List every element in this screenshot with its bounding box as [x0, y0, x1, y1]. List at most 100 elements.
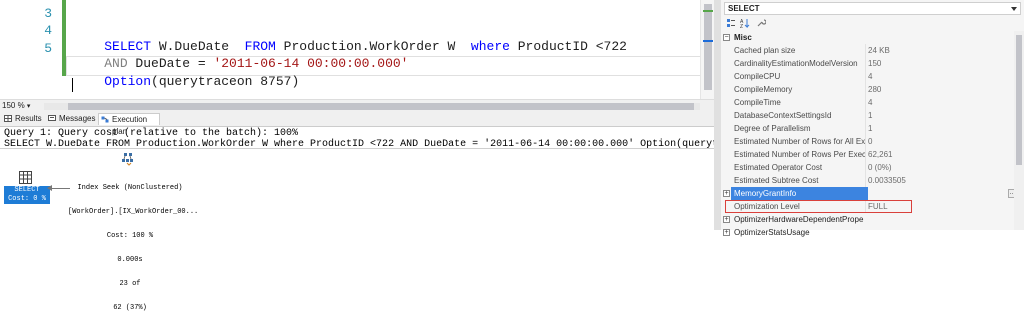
grid-icon: [4, 115, 12, 122]
property-value: 4: [868, 98, 873, 107]
operator-name: Index Seek (NonClustered): [77, 184, 183, 192]
select-node[interactable]: SELECT Cost: 0 %: [4, 186, 50, 204]
property-name: Estimated Subtree Cost: [734, 176, 819, 185]
line-number: 3: [44, 6, 52, 21]
keyword-where: where: [470, 39, 510, 54]
editor-status-bar: 150 % ▾: [0, 99, 714, 113]
operator-cost: Cost: 100 %: [106, 232, 154, 240]
pane-splitter[interactable]: [714, 0, 721, 230]
property-row-hardware[interactable]: + OptimizerHardwareDependentPrope: [721, 213, 1024, 226]
properties-toolbar: AZ: [724, 17, 1021, 30]
property-value: 62,261: [868, 150, 893, 159]
index-seek-node[interactable]: Index Seek (NonClustered) [WorkOrder].[I…: [68, 168, 199, 320]
property-row[interactable]: DatabaseContextSettingsId 1: [721, 109, 1024, 122]
select-cost: Cost: 0 %: [8, 195, 46, 203]
property-row[interactable]: CardinalityEstimationModelVersion 150: [721, 57, 1024, 70]
property-row[interactable]: Estimated Number of Rows Per Execu 62,261: [721, 148, 1024, 161]
property-row[interactable]: CompileCPU 4: [721, 70, 1024, 83]
tab-label: Messages: [59, 114, 96, 123]
column-divider: [865, 83, 866, 96]
chevron-down-icon: ▾: [26, 103, 31, 110]
message-icon: [48, 115, 56, 121]
property-row[interactable]: Estimated Number of Rows for All Exe 0: [721, 135, 1024, 148]
operator-rows: 23 of: [119, 280, 141, 288]
svg-text:Z: Z: [740, 24, 743, 28]
connector-arrow-icon: [47, 185, 52, 191]
property-row-optimization-level[interactable]: Optimization Level FULL: [721, 200, 1024, 213]
property-row[interactable]: Cached plan size 24 KB: [721, 44, 1024, 57]
properties-scrollbar[interactable]: [1014, 31, 1024, 230]
property-row[interactable]: CompileTime 4: [721, 96, 1024, 109]
query-cost-header: Query 1: Query cost (relative to the bat…: [4, 128, 299, 139]
operator-estimate: 62 (37%): [113, 304, 147, 312]
select-node-icon[interactable]: [19, 171, 32, 184]
property-name: Degree of Parallelism: [734, 124, 811, 133]
property-row[interactable]: Estimated Subtree Cost 0.0033505: [721, 174, 1024, 187]
tab-messages[interactable]: Messages: [46, 113, 96, 125]
wrench-icon[interactable]: [756, 18, 766, 28]
query-editor[interactable]: 3 4 5 SELECT W.DueDate FROM Production.W…: [0, 0, 715, 99]
property-value: 24 KB: [868, 46, 890, 55]
operator-time: 0.000s: [117, 256, 143, 264]
scrollbar-thumb[interactable]: [68, 103, 694, 110]
property-value: 280: [868, 85, 882, 94]
chevron-down-icon: [1011, 7, 1017, 11]
category-label: Misc: [734, 33, 752, 42]
scrollbar-thumb[interactable]: [1016, 35, 1022, 165]
property-row[interactable]: CompileMemory 280: [721, 83, 1024, 96]
category-row-misc[interactable]: − Misc: [721, 31, 1024, 44]
tab-label: Results: [15, 114, 42, 123]
column-divider: [865, 109, 866, 122]
property-name: OptimizerHardwareDependentPrope: [734, 215, 864, 224]
column-divider: [865, 161, 866, 174]
categorized-icon[interactable]: [726, 18, 736, 28]
property-row-stats-usage[interactable]: + OptimizerStatsUsage: [721, 226, 1024, 239]
property-value: 0: [868, 137, 873, 146]
property-value: 150: [868, 59, 882, 68]
column-divider: [865, 174, 866, 187]
property-row[interactable]: Estimated Operator Cost 0 (0%): [721, 161, 1024, 174]
line-number: 5: [44, 41, 52, 56]
expand-icon[interactable]: +: [723, 216, 730, 223]
column-divider: [865, 57, 866, 70]
keyword-option: Option: [104, 74, 152, 89]
execution-plan-icon: [101, 116, 109, 123]
property-value: 0.0033505: [868, 176, 906, 185]
alphabetical-icon[interactable]: AZ: [740, 18, 750, 28]
column-divider: [865, 122, 866, 135]
tab-execution-plan[interactable]: Execution plan: [98, 113, 160, 136]
column-divider: [865, 96, 866, 109]
property-name: OptimizerStatsUsage: [734, 228, 810, 237]
operator-object: [WorkOrder].[IX_WorkOrder_00...: [68, 208, 199, 216]
code-text: (querytraceon 8757): [151, 74, 300, 89]
property-value: 0 (0%): [868, 163, 892, 172]
property-row[interactable]: Degree of Parallelism 1: [721, 122, 1024, 135]
property-name: DatabaseContextSettingsId: [734, 111, 832, 120]
object-selector[interactable]: SELECT: [724, 2, 1021, 15]
editor-horizontal-scrollbar[interactable]: [44, 103, 700, 110]
tab-results[interactable]: Results: [2, 113, 44, 125]
code-line-5[interactable]: Option(querytraceon 8757): [73, 59, 299, 104]
collapse-icon[interactable]: −: [723, 34, 730, 41]
select-label: SELECT: [14, 186, 40, 194]
property-value: 1: [868, 124, 873, 133]
property-name: CompileCPU: [734, 72, 781, 81]
property-name: CompileTime: [734, 98, 781, 107]
property-name: MemoryGrantInfo: [731, 187, 868, 200]
scrollbar-thumb[interactable]: [704, 4, 712, 90]
properties-window: SELECT AZ − Misc Cached plan size 24 KB C…: [721, 0, 1024, 237]
property-row-memory-grant[interactable]: + MemoryGrantInfo …: [721, 187, 1024, 200]
zoom-level: 150 %: [2, 101, 25, 110]
property-name: CompileMemory: [734, 85, 793, 94]
expand-icon[interactable]: +: [723, 229, 730, 236]
column-divider: [865, 70, 866, 83]
column-divider: [865, 135, 866, 148]
editor-vertical-scrollbar[interactable]: [700, 0, 715, 99]
index-seek-icon[interactable]: [121, 152, 135, 166]
highlight-annotation: [725, 200, 912, 213]
code-text: ProductID <722: [509, 39, 627, 54]
results-tab-strip: Results Messages Execution plan: [0, 113, 714, 136]
column-divider: [865, 148, 866, 161]
zoom-level-select[interactable]: 150 % ▾: [2, 101, 40, 111]
expand-icon[interactable]: +: [723, 190, 730, 197]
